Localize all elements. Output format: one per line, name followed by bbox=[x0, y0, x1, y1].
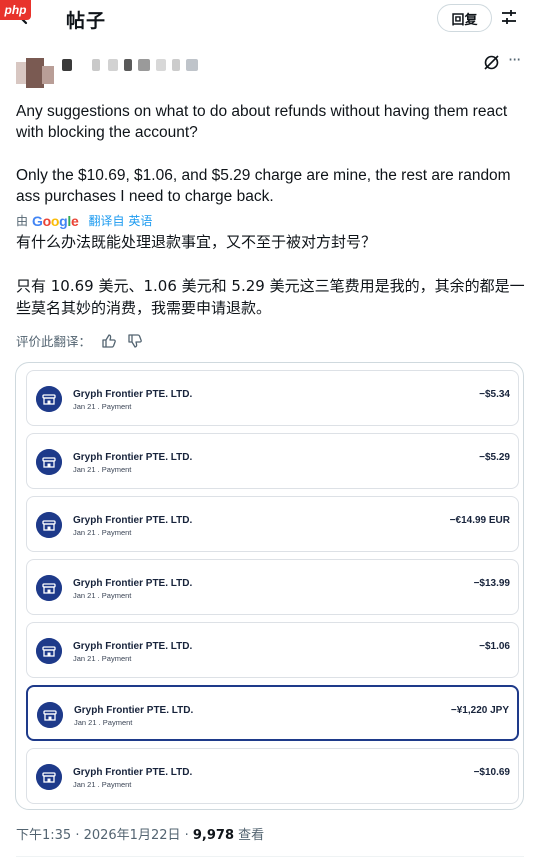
merchant-name: Gryph Frontier PTE. LTD. bbox=[73, 578, 193, 589]
merchant-name: Gryph Frontier PTE. LTD. bbox=[73, 641, 193, 652]
store-icon bbox=[36, 575, 62, 601]
avatar[interactable] bbox=[16, 58, 54, 88]
rate-translation-label: 评价此翻译： bbox=[16, 334, 92, 349]
translated-text-paragraph: 有什么办法既能处理退款事宜，又不至于被对方封号？ bbox=[16, 233, 377, 251]
top-bar: 帖子 回复 bbox=[0, 0, 538, 36]
tweet-text-paragraph: Any suggestions on what to do about refu… bbox=[16, 103, 508, 141]
thumbs-down-icon[interactable] bbox=[127, 333, 143, 349]
store-icon bbox=[37, 702, 63, 728]
transaction-row[interactable]: Gryph Frontier PTE. LTD. Jan 21 . Payment… bbox=[26, 748, 519, 804]
transaction-amount: −$1.06 bbox=[479, 641, 510, 652]
rate-translation-row: 评价此翻译： bbox=[16, 331, 143, 350]
store-icon bbox=[36, 512, 62, 538]
author-row: ··· bbox=[0, 46, 538, 88]
transaction-date: Jan 21 . Payment bbox=[74, 718, 133, 727]
transaction-date: Jan 21 . Payment bbox=[73, 780, 132, 789]
store-icon bbox=[36, 764, 62, 790]
transaction-row[interactable]: Gryph Frontier PTE. LTD. Jan 21 . Payment… bbox=[26, 433, 519, 489]
merchant-name: Gryph Frontier PTE. LTD. bbox=[73, 452, 193, 463]
google-logo: Google bbox=[32, 212, 79, 229]
redacted-name bbox=[186, 59, 198, 71]
transaction-date: Jan 21 . Payment bbox=[73, 402, 132, 411]
reply-button[interactable]: 回复 bbox=[437, 4, 492, 32]
thumbs-up-icon[interactable] bbox=[101, 333, 117, 349]
redacted-name bbox=[62, 59, 72, 71]
merchant-name: Gryph Frontier PTE. LTD. bbox=[73, 767, 193, 778]
merchant-name: Gryph Frontier PTE. LTD. bbox=[73, 389, 193, 400]
more-icon[interactable]: ··· bbox=[508, 52, 524, 68]
transaction-date: Jan 21 . Payment bbox=[73, 591, 132, 600]
grok-icon[interactable] bbox=[483, 54, 500, 71]
views-label: 查看 bbox=[234, 828, 265, 843]
transaction-date: Jan 21 . Payment bbox=[73, 465, 132, 474]
transaction-row[interactable]: Gryph Frontier PTE. LTD. Jan 21 . Payment… bbox=[26, 622, 519, 678]
transaction-amount: −¥1,220 JPY bbox=[450, 705, 509, 716]
transaction-amount: −$5.29 bbox=[479, 452, 510, 463]
merchant-name: Gryph Frontier PTE. LTD. bbox=[74, 705, 194, 716]
php-watermark-logo: php bbox=[0, 0, 31, 20]
tweet-meta: 下午1:35 · 2026年1月22日 · 9,978 查看 bbox=[16, 824, 264, 843]
translation-attribution: 由 Google 翻译自 英语 bbox=[16, 212, 152, 229]
redacted-name bbox=[138, 59, 150, 71]
transaction-row[interactable]: Gryph Frontier PTE. LTD. Jan 21 . Payment… bbox=[26, 685, 519, 741]
redacted-name bbox=[156, 59, 166, 71]
translated-by-prefix: 由 bbox=[16, 214, 29, 228]
transaction-amount: −$13.99 bbox=[473, 578, 510, 589]
store-icon bbox=[36, 638, 62, 664]
redacted-name bbox=[108, 59, 118, 71]
transaction-date: Jan 21 . Payment bbox=[73, 528, 132, 537]
store-icon bbox=[36, 386, 62, 412]
filter-icon[interactable] bbox=[500, 8, 518, 26]
tweet-text-paragraph: Only the $10.69, $1.06, and $5.29 charge… bbox=[16, 167, 511, 205]
transaction-date: Jan 21 . Payment bbox=[73, 654, 132, 663]
page-title: 帖子 bbox=[66, 10, 107, 32]
transaction-amount: −€14.99 EUR bbox=[449, 515, 510, 526]
translated-text-paragraph: 只有 10.69 美元、1.06 美元和 5.29 美元这三笔费用是我的，其余的… bbox=[16, 277, 525, 317]
translated-from-link[interactable]: 翻译自 英语 bbox=[89, 212, 153, 229]
timestamp[interactable]: 下午1:35 · 2026年1月22日 · bbox=[16, 828, 193, 843]
attached-screenshot[interactable]: Gryph Frontier PTE. LTD. Jan 21 . Payment… bbox=[15, 362, 524, 810]
transaction-row[interactable]: Gryph Frontier PTE. LTD. Jan 21 . Payment… bbox=[26, 370, 519, 426]
store-icon bbox=[36, 449, 62, 475]
redacted-name bbox=[92, 59, 100, 71]
transaction-row[interactable]: Gryph Frontier PTE. LTD. Jan 21 . Payment… bbox=[26, 496, 519, 552]
redacted-name bbox=[124, 59, 132, 71]
divider bbox=[16, 856, 524, 857]
transaction-amount: −$10.69 bbox=[473, 767, 510, 778]
transaction-row[interactable]: Gryph Frontier PTE. LTD. Jan 21 . Payment… bbox=[26, 559, 519, 615]
merchant-name: Gryph Frontier PTE. LTD. bbox=[73, 515, 193, 526]
redacted-name bbox=[172, 59, 180, 71]
transaction-amount: −$5.34 bbox=[479, 389, 510, 400]
views-count: 9,978 bbox=[192, 828, 235, 843]
